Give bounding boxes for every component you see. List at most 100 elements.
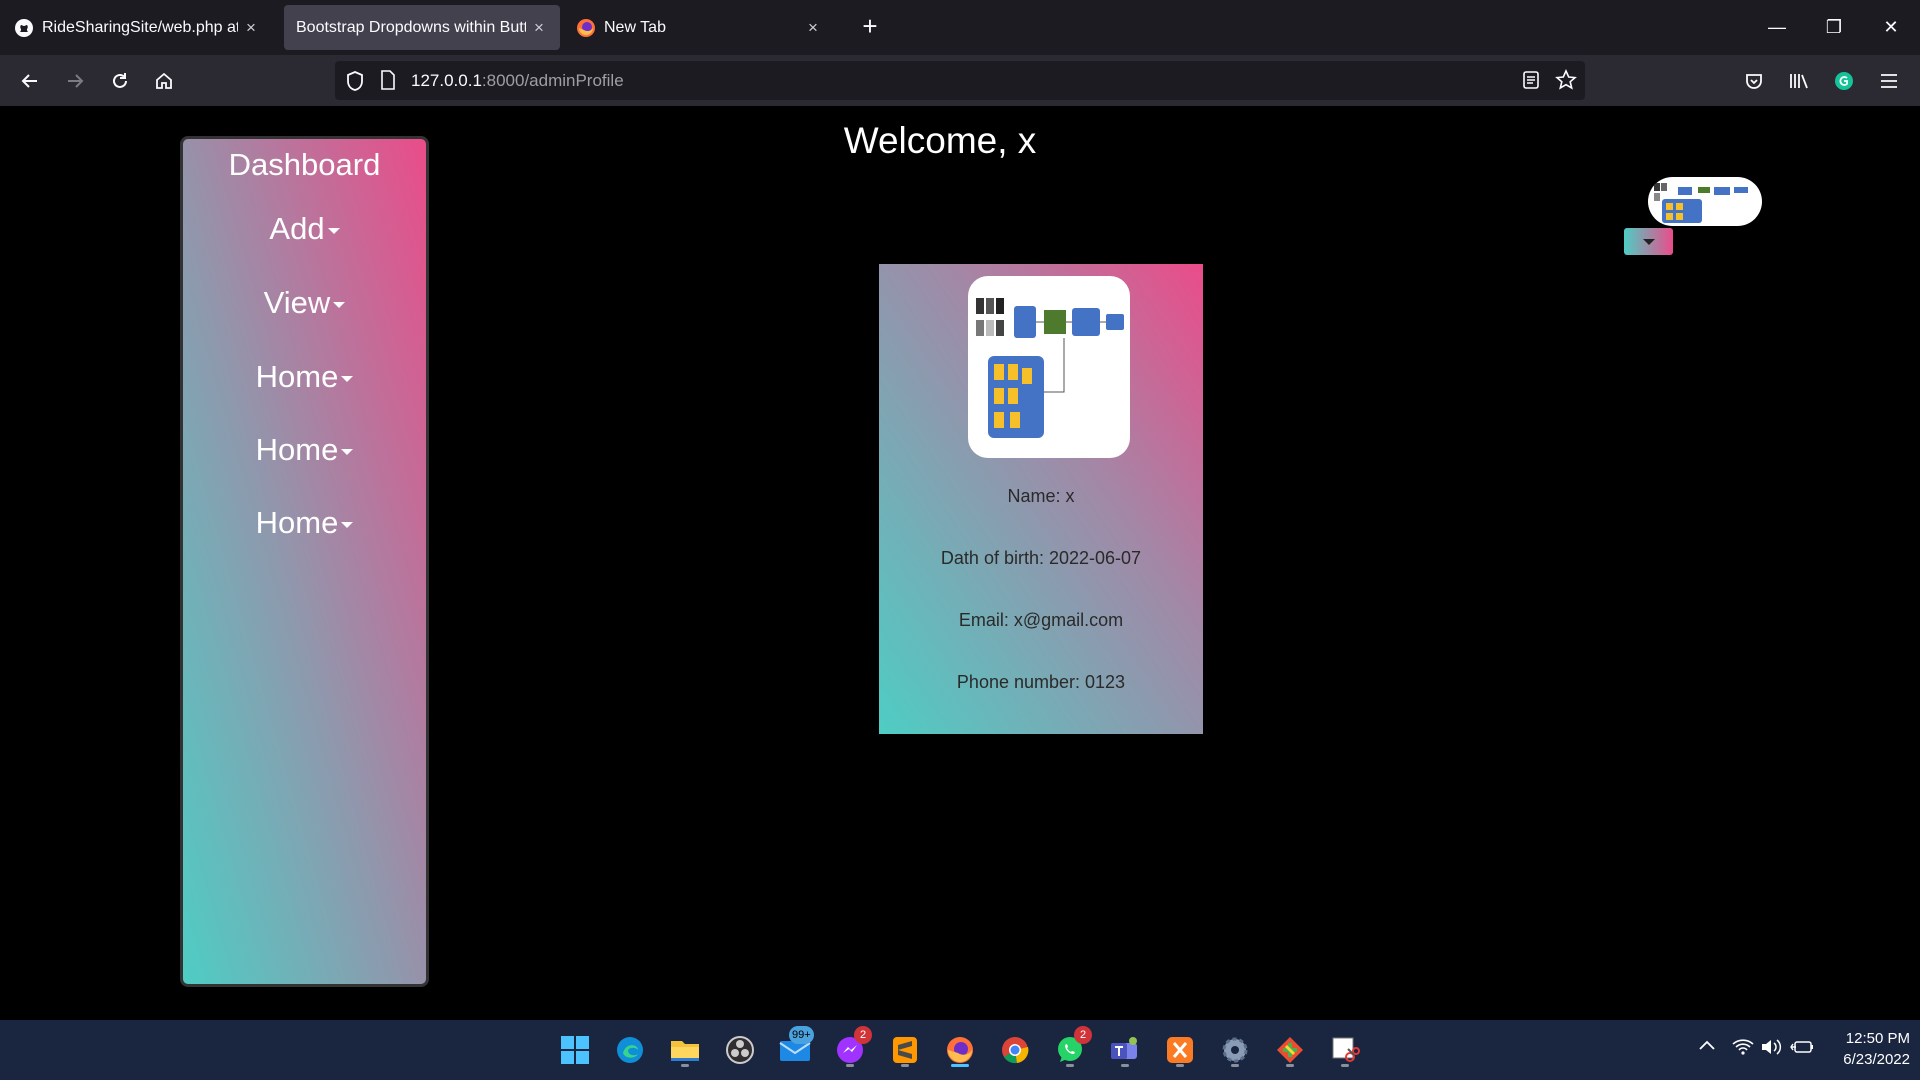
taskbar-obs[interactable] <box>720 1030 760 1070</box>
windows-taskbar: 99+ 2 2 12:50 PM 6/23/2022 <box>0 1020 1920 1080</box>
taskbar-messenger[interactable]: 2 <box>830 1026 872 1070</box>
url-bar[interactable]: 127.0.0.1:8000/adminProfile <box>335 61 1585 100</box>
profile-dropdown-button[interactable] <box>1624 228 1673 255</box>
sidebar-item-label: Add <box>269 211 325 246</box>
xampp-icon <box>1167 1037 1193 1063</box>
reload-button[interactable] <box>102 63 138 99</box>
clock-time: 12:50 PM <box>1845 1030 1910 1047</box>
grammarly-icon <box>1835 72 1853 90</box>
taskbar-whatsapp[interactable]: 2 <box>1050 1026 1092 1070</box>
sidebar-item-label: View <box>263 285 331 320</box>
forward-arrow-icon <box>68 74 84 88</box>
caret-down-icon <box>1642 238 1655 245</box>
taskbar-file-explorer[interactable] <box>665 1030 705 1070</box>
running-indicator <box>901 1064 909 1067</box>
close-icon[interactable]: × <box>804 18 822 38</box>
library-button[interactable] <box>1783 65 1815 97</box>
sidebar-item-label: Home <box>255 505 339 540</box>
sidebar-item-home[interactable]: Home <box>183 505 426 541</box>
tab-github[interactable]: RideSharingSite/web.php at ma × <box>2 5 272 50</box>
url-host: 127.0.0.1 <box>411 71 482 90</box>
running-indicator <box>1341 1064 1349 1067</box>
url-text[interactable]: 127.0.0.1:8000/adminProfile <box>411 71 624 91</box>
firefox-icon <box>577 18 595 37</box>
caret-down-icon <box>333 301 346 308</box>
battery-icon[interactable] <box>1790 1038 1814 1061</box>
running-indicator <box>1286 1064 1294 1067</box>
system-clock[interactable]: 12:50 PM 6/23/2022 <box>1820 1028 1910 1070</box>
taskbar-edge[interactable] <box>610 1030 650 1070</box>
reload-icon <box>113 73 127 88</box>
close-window-button[interactable]: ✕ <box>1871 8 1911 46</box>
taskbar-snipping-tool[interactable] <box>1325 1030 1365 1070</box>
caret-down-icon <box>327 227 340 234</box>
profile-date-of-birth: Dath of birth: 2022-06-07 <box>940 548 1142 568</box>
running-indicator <box>846 1064 854 1067</box>
browser-tab-strip: RideSharingSite/web.php at ma × Bootstra… <box>0 0 1920 55</box>
taskbar-mail[interactable]: 99+ <box>775 1026 815 1070</box>
active-indicator <box>951 1064 969 1067</box>
taskbar-sublime-text[interactable] <box>885 1030 925 1070</box>
grammarly-extension[interactable] <box>1828 65 1860 97</box>
profile-card: Name: x Dath of birth: 2022-06-07 Email:… <box>879 264 1203 734</box>
sublime-text-icon <box>893 1037 917 1063</box>
edge-icon <box>617 1037 643 1063</box>
sidebar-item-home[interactable]: Home <box>183 359 426 395</box>
url-path: :8000/adminProfile <box>481 71 624 90</box>
sidebar: Dashboard Add View Home Home Home <box>180 136 429 987</box>
forward-button[interactable] <box>57 63 93 99</box>
snipping-tool-icon <box>1332 1037 1360 1062</box>
taskbar-teams[interactable] <box>1105 1030 1145 1070</box>
caret-down-icon <box>341 448 354 455</box>
windows-logo-icon <box>561 1036 589 1064</box>
running-indicator <box>1231 1064 1239 1067</box>
taskbar-chrome[interactable] <box>995 1030 1035 1070</box>
gear-icon <box>1222 1037 1248 1063</box>
taskbar-xampp[interactable] <box>1160 1030 1200 1070</box>
pocket-button[interactable] <box>1738 65 1770 97</box>
pocket-icon <box>1746 74 1762 89</box>
home-button[interactable] <box>146 63 182 99</box>
library-icon <box>1790 74 1808 89</box>
sidebar-item-label: Home <box>255 432 339 467</box>
sidebar-item-home[interactable]: Home <box>183 432 426 468</box>
taskbar-firefox[interactable] <box>940 1030 980 1070</box>
home-icon <box>156 72 172 89</box>
avatar[interactable] <box>1648 177 1762 226</box>
sidebar-item-label: Home <box>255 359 339 394</box>
profile-email: Email: x@gmail.com <box>958 610 1124 630</box>
tab-new-tab[interactable]: New Tab × <box>564 5 834 50</box>
profile-image <box>968 276 1130 458</box>
github-icon <box>15 18 33 37</box>
hamburger-menu-icon <box>1881 74 1897 88</box>
bookmark-star-icon[interactable] <box>1555 69 1577 91</box>
sidebar-item-add[interactable]: Add <box>183 211 426 247</box>
diagram-thumbnail-image <box>976 298 1124 438</box>
taskbar-settings[interactable] <box>1215 1030 1255 1070</box>
volume-icon[interactable] <box>1760 1038 1782 1061</box>
firefox-icon <box>947 1037 973 1063</box>
profile-name: Name: x <box>1007 486 1075 506</box>
git-icon <box>1277 1037 1303 1063</box>
start-button[interactable] <box>555 1030 595 1070</box>
back-button[interactable] <box>12 63 48 99</box>
clock-date: 6/23/2022 <box>1843 1051 1910 1068</box>
minimize-button[interactable]: — <box>1757 8 1797 46</box>
page-content: Dashboard Add View Home Home Home Welcom… <box>0 106 1920 1020</box>
reader-view-icon[interactable] <box>1522 70 1540 90</box>
show-hidden-icons-chevron-up-icon[interactable] <box>1698 1038 1716 1057</box>
chrome-icon <box>1002 1037 1029 1064</box>
tab-bootstrap-dropdowns[interactable]: Bootstrap Dropdowns within Button × <box>284 5 560 50</box>
sidebar-item-view[interactable]: View <box>183 285 426 321</box>
wifi-icon[interactable] <box>1732 1038 1754 1061</box>
taskbar-git-gui[interactable] <box>1270 1030 1310 1070</box>
menu-button[interactable] <box>1873 65 1905 97</box>
messenger-badge: 2 <box>854 1026 872 1044</box>
close-icon[interactable]: × <box>530 18 548 38</box>
page-icon[interactable] <box>380 70 396 90</box>
new-tab-button[interactable]: + <box>856 12 884 42</box>
shield-icon[interactable] <box>345 70 365 92</box>
restore-button[interactable]: ❐ <box>1814 8 1854 46</box>
mail-badge: 99+ <box>789 1026 814 1044</box>
close-icon[interactable]: × <box>242 18 260 38</box>
